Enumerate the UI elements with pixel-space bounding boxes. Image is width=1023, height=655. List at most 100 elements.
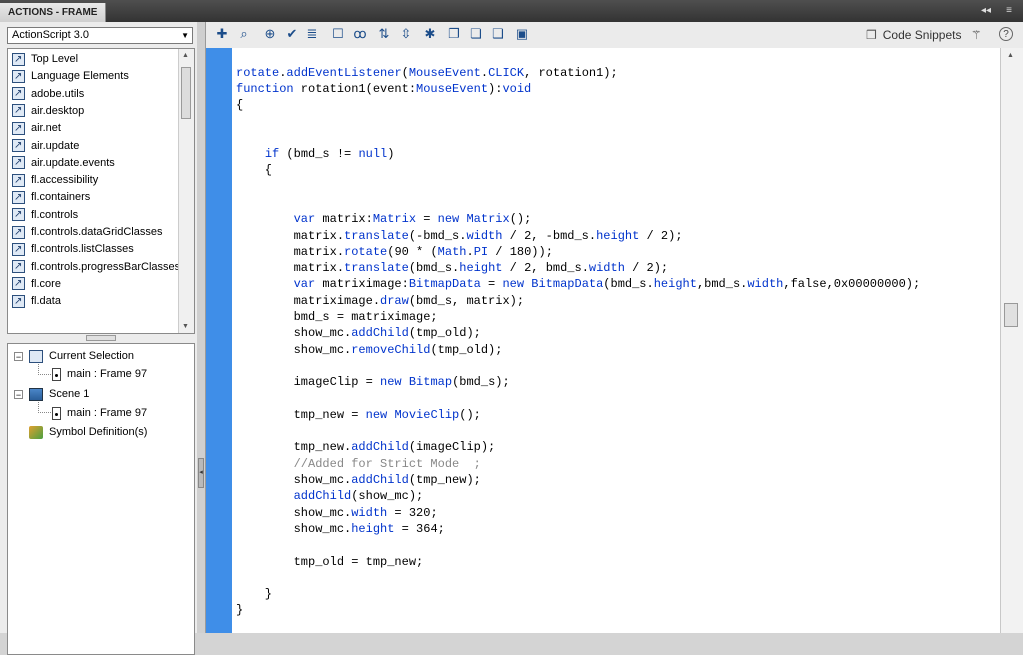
code-line[interactable]: } [236,586,272,602]
library-item[interactable]: Language Elements [12,68,129,85]
library-scrollbar[interactable]: ▲ ▼ [178,49,194,333]
code-line[interactable]: if (bmd_s != null) [236,146,395,162]
book-arrow-icon [12,102,25,119]
find-button[interactable]: ⌕ [236,26,252,42]
auto-format-button[interactable]: ≣ [304,26,320,42]
pane-splitter-handle[interactable] [86,335,116,341]
code-line[interactable]: addChild(show_mc); [236,488,424,504]
collapse-between-braces-button[interactable]: ⇅ [376,26,392,42]
library-item[interactable]: fl.accessibility [12,172,98,189]
collapse-panel-button[interactable]: ◂◂ [979,4,993,18]
code-line[interactable]: { [236,162,272,178]
code-line[interactable]: { [236,97,243,113]
code-line[interactable]: matrix.translate(-bmd_s.width / 2, -bmd_… [236,228,683,244]
actions-toolbox: ActionScript 3.0 ▼ Top Level Language Ele… [0,22,198,655]
help-icon[interactable]: ? [999,27,1013,41]
apply-block-comment-button[interactable]: ❐ [446,26,462,42]
actionscript-version-value: ActionScript 3.0 [12,29,90,41]
library-item-label: air.update.events [31,156,115,169]
script-navigator: − Current Selection main : Frame 97 − Scen… [7,343,195,655]
code-line[interactable]: matrix.translate(bmd_s.height / 2, bmd_s… [236,260,669,276]
code-line[interactable]: function rotation1(event:MouseEvent):voi… [236,81,531,97]
code-line[interactable]: show_mc.removeChild(tmp_old); [236,342,503,358]
code-line[interactable]: var matrix:Matrix = new Matrix(); [236,211,532,227]
tree-item-current-frame[interactable]: main : Frame 97 [52,366,147,383]
toolbox-collapse-bar[interactable]: ◂ [197,22,206,633]
code-line[interactable]: tmp_new.addChild(imageClip); [236,439,496,455]
scroll-up-arrow-icon[interactable]: ▲ [182,52,189,59]
library-item[interactable]: fl.controls.dataGridClasses [12,224,162,241]
tree-item-current-selection[interactable]: − Current Selection [14,348,134,365]
remove-comment-button[interactable]: ❑ [490,26,506,42]
expand-all-button[interactable]: ✱ [422,26,438,42]
code-line[interactable]: bmd_s = matriximage; [236,309,438,325]
library-item[interactable]: adobe.utils [12,85,84,103]
tree-connector [38,402,51,413]
collapse-left-arrow-icon[interactable]: ◂ [198,458,204,488]
book-arrow-icon [12,293,25,310]
library-item[interactable]: air.net [12,120,61,137]
code-line[interactable]: matriximage.draw(bmd_s, matrix); [236,293,524,309]
apply-line-comment-button[interactable]: ❏ [468,26,484,42]
insert-target-path-button[interactable]: ⊕ [262,26,278,42]
line-gutter[interactable] [206,48,232,633]
code-line[interactable]: show_mc.height = 364; [236,521,445,537]
show-code-hint-button[interactable]: ☐ [330,26,346,42]
frame-icon [52,406,61,420]
library-item[interactable]: fl.core [12,275,61,293]
editor-scrollbar[interactable]: ▲ [1000,48,1023,633]
check-syntax-button[interactable]: ✔ [284,26,300,42]
code-line[interactable]: //Added for Strict Mode ; [236,456,481,472]
library-item[interactable]: fl.controls [12,206,79,224]
language-library-list: Top Level Language Elements adobe.utils air… [7,48,195,334]
library-item-label: fl.controls [31,208,79,221]
code-line[interactable]: matrix.rotate(90 * (Math.PI / 180)); [236,244,553,260]
scroll-down-arrow-icon[interactable]: ▼ [182,323,189,330]
library-item[interactable]: Top Level [12,51,78,68]
add-statement-button[interactable]: ✚ [214,26,230,42]
book-arrow-icon [12,137,25,154]
book-arrow-icon [12,120,25,137]
library-item[interactable]: air.desktop [12,102,85,120]
book-arrow-icon [12,275,25,292]
library-item[interactable]: fl.controls.progressBarClasses [12,258,180,276]
debug-options-button[interactable]: ꝏ [352,26,368,42]
library-scroll-thumb[interactable] [181,67,191,119]
library-item-label: air.desktop [31,104,85,117]
tree-item-scene-1[interactable]: − Scene 1 [14,386,89,403]
panel-tab-actions-frame[interactable]: ACTIONS - FRAME [0,3,107,22]
code-line[interactable]: rotate.addEventListener(MouseEvent.CLICK… [236,65,618,81]
tree-item-scene-frame[interactable]: main : Frame 97 [52,405,147,422]
show-hide-toolbox-button[interactable]: ▣ [514,26,530,42]
library-item[interactable]: air.update [12,137,79,155]
library-item-label: Language Elements [31,70,129,83]
book-arrow-icon [12,224,25,241]
book-arrow-icon [12,68,25,85]
library-item[interactable]: fl.data [12,293,61,310]
script-editor[interactable]: rotate.addEventListener(MouseEvent.CLICK… [206,48,1000,633]
library-item[interactable]: fl.controls.listClasses [12,241,134,258]
code-line[interactable]: tmp_new = new MovieClip(); [236,407,481,423]
scroll-up-arrow-icon[interactable]: ▲ [1007,52,1014,59]
tree-item-symbol-definitions[interactable]: Symbol Definition(s) [29,424,147,441]
code-line[interactable]: show_mc.addChild(tmp_old); [236,325,481,341]
collapse-minus-icon[interactable]: − [14,389,23,399]
panel-menu-button[interactable]: ≡ [1002,4,1016,18]
library-item[interactable]: air.update.events [12,154,115,172]
code-line[interactable]: show_mc.addChild(tmp_new); [236,472,481,488]
code-line[interactable]: } [236,602,243,618]
editor-scroll-thumb[interactable] [1004,303,1018,327]
collapse-minus-icon[interactable]: − [14,351,23,361]
code-line[interactable]: imageClip = new Bitmap(bmd_s); [236,374,510,390]
library-item[interactable]: fl.containers [12,189,90,206]
code-line[interactable]: var matriximage:BitmapData = new BitmapD… [236,276,921,292]
code-snippets-button[interactable]: ❒ Code Snippets ⚚ [866,27,982,43]
collapse-selection-button[interactable]: ⇳ [398,26,414,42]
library-item-label: air.net [31,122,61,135]
actionscript-version-select[interactable]: ActionScript 3.0 ▼ [7,27,193,44]
book-arrow-icon [12,258,25,275]
code-line[interactable]: show_mc.width = 320; [236,505,438,521]
frame-icon [52,367,61,381]
tree-item-label: main : Frame 97 [67,368,148,380]
code-line[interactable]: tmp_old = tmp_new; [236,554,424,570]
